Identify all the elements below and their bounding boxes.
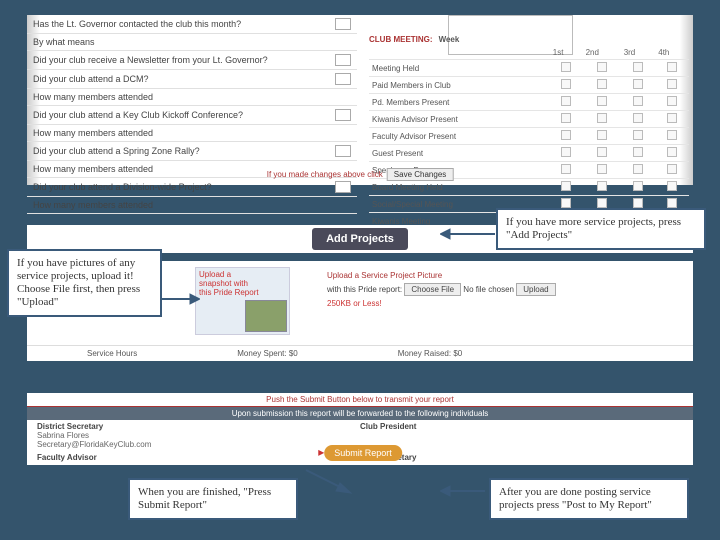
add-projects-button[interactable]: Add Projects (312, 228, 408, 250)
grid-checkbox[interactable] (633, 181, 643, 191)
submit-section: Push the Submit Button below to transmit… (27, 393, 693, 465)
stats-row: Service HoursMoney Spent: $0Money Raised… (27, 345, 693, 361)
sel[interactable] (335, 145, 351, 157)
submit-report-wrap: ▸Submit Report (318, 445, 402, 461)
q-means: By what means (27, 34, 357, 51)
banner-thumb (245, 300, 287, 332)
grid-checkbox[interactable] (597, 62, 607, 72)
grid-checkbox[interactable] (597, 113, 607, 123)
no-file-label: No file chosen (463, 285, 514, 294)
arrow-icon (160, 292, 200, 306)
upload-limit: 250KB or Less! (327, 299, 556, 308)
grid-checkbox[interactable] (597, 164, 607, 174)
grid-checkbox[interactable] (597, 198, 607, 208)
grid-checkbox[interactable] (561, 79, 571, 89)
upload-banner: Upload a snapshot with this Pride Report (195, 267, 290, 335)
grid-checkbox[interactable] (597, 79, 607, 89)
save-row: If you made changes above clickSave Chan… (267, 168, 454, 181)
choose-file-button[interactable]: Choose File (404, 283, 461, 296)
grid-checkbox[interactable] (667, 96, 677, 106)
grid-checkbox[interactable] (561, 198, 571, 208)
q-m1: How many members attended (27, 89, 357, 106)
grid-checkbox[interactable] (561, 164, 571, 174)
upload-button[interactable]: Upload (516, 283, 555, 296)
grid-checkbox[interactable] (667, 147, 677, 157)
grid-checkbox[interactable] (561, 130, 571, 140)
q-news: Did your club receive a Newsletter from … (27, 51, 357, 70)
grid-checkbox[interactable] (633, 164, 643, 174)
grid-checkbox[interactable] (667, 164, 677, 174)
q-kick: Did your club attend a Key Club Kickoff … (27, 106, 357, 125)
arrow-icon (440, 484, 490, 498)
grid-checkbox[interactable] (633, 79, 643, 89)
callout-add: If you have more service projects, press… (496, 208, 706, 250)
grid-checkbox[interactable] (667, 130, 677, 140)
grid-checkbox[interactable] (561, 113, 571, 123)
arrow-icon (440, 227, 500, 241)
submit-bar: Upon submission this report will be forw… (27, 407, 693, 420)
grid-checkbox[interactable] (633, 96, 643, 106)
grid-checkbox[interactable] (667, 79, 677, 89)
q-zone: Did your club attend a Spring Zone Rally… (27, 142, 357, 161)
grid-checkbox[interactable] (667, 113, 677, 123)
grid-checkbox[interactable] (633, 113, 643, 123)
upload-form: Upload a Service Project Picture with th… (327, 271, 556, 308)
grid-checkbox[interactable] (633, 130, 643, 140)
submit-report-button[interactable]: Submit Report (324, 445, 402, 461)
grid-checkbox[interactable] (561, 147, 571, 157)
grid-checkbox[interactable] (597, 147, 607, 157)
grid-checkbox[interactable] (597, 181, 607, 191)
banner-text: Upload a snapshot with this Pride Report (199, 270, 259, 297)
grid-checkbox[interactable] (633, 147, 643, 157)
submit-warn: Push the Submit Button below to transmit… (27, 393, 693, 407)
q-m2: How many members attended (27, 125, 357, 142)
q-m4: How many members attended (27, 197, 357, 214)
grid-checkbox[interactable] (667, 181, 677, 191)
grid-checkbox[interactable] (597, 130, 607, 140)
grid-checkbox[interactable] (633, 62, 643, 72)
q-dcm: Did your club attend a DCM? (27, 70, 357, 89)
sel[interactable] (335, 54, 351, 66)
arrow-icon (296, 465, 356, 495)
meeting-grid: CLUB MEETING:Week 1st2nd3rd4thMeeting He… (369, 33, 689, 230)
q-lt: Has the Lt. Governor contacted the club … (27, 15, 357, 34)
sel[interactable] (335, 18, 351, 30)
save-button[interactable]: Save Changes (387, 168, 453, 181)
grid-checkbox[interactable] (561, 62, 571, 72)
grid-checkbox[interactable] (667, 62, 677, 72)
questions-panel: Has the Lt. Governor contacted the club … (27, 15, 693, 185)
upload-title: Upload a Service Project Picture (327, 271, 556, 280)
grid-checkbox[interactable] (667, 198, 677, 208)
callout-post: After you are done posting service proje… (489, 478, 689, 520)
grid-checkbox[interactable] (597, 96, 607, 106)
sel[interactable] (335, 73, 351, 85)
sel[interactable] (335, 181, 351, 193)
callout-submit: When you are finished, "Press Submit Rep… (128, 478, 298, 520)
grid-checkbox[interactable] (633, 198, 643, 208)
callout-upload: If you have pictures of any service proj… (7, 249, 162, 317)
grid-checkbox[interactable] (561, 96, 571, 106)
grid-checkbox[interactable] (561, 181, 571, 191)
sel[interactable] (335, 109, 351, 121)
